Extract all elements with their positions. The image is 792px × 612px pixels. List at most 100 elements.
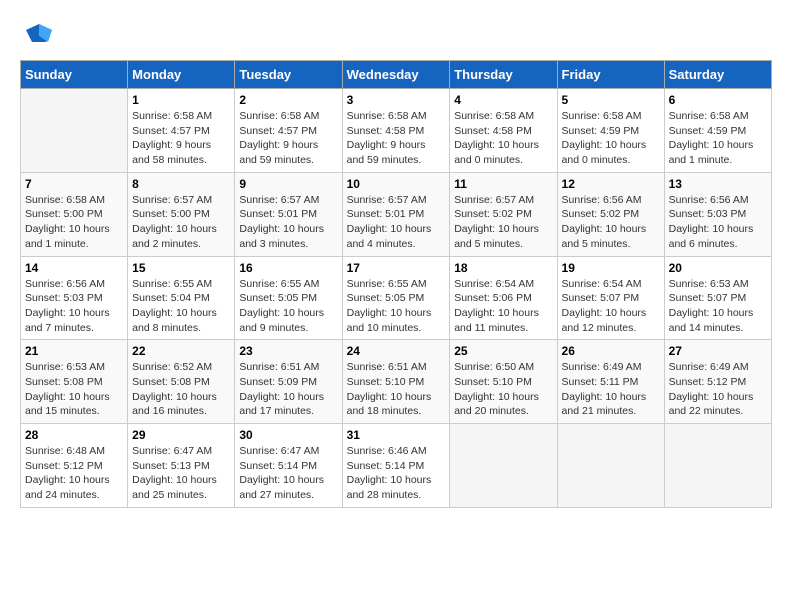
- day-info: Sunrise: 6:53 AMSunset: 5:07 PMDaylight:…: [669, 277, 767, 336]
- day-info: Sunrise: 6:47 AMSunset: 5:14 PMDaylight:…: [239, 444, 337, 503]
- calendar-header-row: SundayMondayTuesdayWednesdayThursdayFrid…: [21, 61, 772, 89]
- day-number: 9: [239, 177, 337, 191]
- day-number: 28: [25, 428, 123, 442]
- day-cell: 5 Sunrise: 6:58 AMSunset: 4:59 PMDaylight…: [557, 89, 664, 173]
- day-cell: 24Sunrise: 6:51 AMSunset: 5:10 PMDayligh…: [342, 340, 450, 424]
- day-number: 15: [132, 261, 230, 275]
- day-info: Sunrise: 6:49 AMSunset: 5:11 PMDaylight:…: [562, 360, 660, 419]
- day-number: 17: [347, 261, 446, 275]
- day-cell: 13 Sunrise: 6:56 AMSunset: 5:03 PMDayligh…: [664, 172, 771, 256]
- day-info: Sunrise: 6:52 AMSunset: 5:08 PMDaylight:…: [132, 360, 230, 419]
- day-cell: 20 Sunrise: 6:53 AMSunset: 5:07 PMDayligh…: [664, 256, 771, 340]
- day-number: 27: [669, 344, 767, 358]
- logo-icon: [24, 20, 54, 50]
- day-number: 26: [562, 344, 660, 358]
- day-cell: 30Sunrise: 6:47 AMSunset: 5:14 PMDayligh…: [235, 424, 342, 508]
- day-cell: 1 Sunrise: 6:58 AMSunset: 4:57 PMDaylight…: [128, 89, 235, 173]
- day-info: Sunrise: 6:47 AMSunset: 5:13 PMDaylight:…: [132, 444, 230, 503]
- header-cell-tuesday: Tuesday: [235, 61, 342, 89]
- day-cell: [450, 424, 557, 508]
- day-cell: 14 Sunrise: 6:56 AMSunset: 5:03 PMDayligh…: [21, 256, 128, 340]
- day-cell: 2 Sunrise: 6:58 AMSunset: 4:57 PMDaylight…: [235, 89, 342, 173]
- day-cell: 22 Sunrise: 6:52 AMSunset: 5:08 PMDayligh…: [128, 340, 235, 424]
- day-number: 13: [669, 177, 767, 191]
- page-header: [20, 20, 772, 50]
- day-number: 7: [25, 177, 123, 191]
- day-info: Sunrise: 6:55 AMSunset: 5:04 PMDaylight:…: [132, 277, 230, 336]
- day-cell: [557, 424, 664, 508]
- day-cell: 21Sunrise: 6:53 AMSunset: 5:08 PMDayligh…: [21, 340, 128, 424]
- day-number: 19: [562, 261, 660, 275]
- day-number: 2: [239, 93, 337, 107]
- day-number: 5: [562, 93, 660, 107]
- day-info: Sunrise: 6:55 AMSunset: 5:05 PMDaylight:…: [347, 277, 446, 336]
- day-number: 3: [347, 93, 446, 107]
- week-row-3: 14 Sunrise: 6:56 AMSunset: 5:03 PMDayligh…: [21, 256, 772, 340]
- day-number: 12: [562, 177, 660, 191]
- day-info: Sunrise: 6:53 AMSunset: 5:08 PMDaylight:…: [25, 360, 123, 419]
- day-cell: [21, 89, 128, 173]
- header-cell-friday: Friday: [557, 61, 664, 89]
- day-number: 18: [454, 261, 552, 275]
- day-info: Sunrise: 6:57 AMSunset: 5:01 PMDaylight:…: [239, 193, 337, 252]
- header-cell-saturday: Saturday: [664, 61, 771, 89]
- day-number: 1: [132, 93, 230, 107]
- week-row-4: 21Sunrise: 6:53 AMSunset: 5:08 PMDayligh…: [21, 340, 772, 424]
- day-cell: 16 Sunrise: 6:55 AMSunset: 5:05 PMDayligh…: [235, 256, 342, 340]
- day-cell: 8 Sunrise: 6:57 AMSunset: 5:00 PMDaylight…: [128, 172, 235, 256]
- day-cell: 19 Sunrise: 6:54 AMSunset: 5:07 PMDayligh…: [557, 256, 664, 340]
- day-info: Sunrise: 6:56 AMSunset: 5:03 PMDaylight:…: [669, 193, 767, 252]
- day-info: Sunrise: 6:57 AMSunset: 5:01 PMDaylight:…: [347, 193, 446, 252]
- day-info: Sunrise: 6:51 AMSunset: 5:10 PMDaylight:…: [347, 360, 446, 419]
- day-number: 4: [454, 93, 552, 107]
- day-info: Sunrise: 6:58 AMSunset: 5:00 PMDaylight:…: [25, 193, 123, 252]
- day-number: 22: [132, 344, 230, 358]
- day-cell: 27 Sunrise: 6:49 AMSunset: 5:12 PMDayligh…: [664, 340, 771, 424]
- day-cell: 17 Sunrise: 6:55 AMSunset: 5:05 PMDayligh…: [342, 256, 450, 340]
- day-cell: 18 Sunrise: 6:54 AMSunset: 5:06 PMDayligh…: [450, 256, 557, 340]
- day-info: Sunrise: 6:50 AMSunset: 5:10 PMDaylight:…: [454, 360, 552, 419]
- day-info: Sunrise: 6:54 AMSunset: 5:07 PMDaylight:…: [562, 277, 660, 336]
- week-row-1: 1 Sunrise: 6:58 AMSunset: 4:57 PMDaylight…: [21, 89, 772, 173]
- header-cell-wednesday: Wednesday: [342, 61, 450, 89]
- day-cell: 4 Sunrise: 6:58 AMSunset: 4:58 PMDaylight…: [450, 89, 557, 173]
- day-info: Sunrise: 6:56 AMSunset: 5:02 PMDaylight:…: [562, 193, 660, 252]
- day-info: Sunrise: 6:58 AMSunset: 4:57 PMDaylight:…: [132, 109, 230, 168]
- day-number: 23: [239, 344, 337, 358]
- day-number: 8: [132, 177, 230, 191]
- day-number: 16: [239, 261, 337, 275]
- day-info: Sunrise: 6:51 AMSunset: 5:09 PMDaylight:…: [239, 360, 337, 419]
- day-cell: 10 Sunrise: 6:57 AMSunset: 5:01 PMDayligh…: [342, 172, 450, 256]
- day-cell: 6Sunrise: 6:58 AMSunset: 4:59 PMDaylight…: [664, 89, 771, 173]
- day-cell: 7 Sunrise: 6:58 AMSunset: 5:00 PMDaylight…: [21, 172, 128, 256]
- day-info: Sunrise: 6:55 AMSunset: 5:05 PMDaylight:…: [239, 277, 337, 336]
- day-info: Sunrise: 6:58 AMSunset: 4:59 PMDaylight:…: [562, 109, 660, 168]
- day-info: Sunrise: 6:56 AMSunset: 5:03 PMDaylight:…: [25, 277, 123, 336]
- day-cell: 25 Sunrise: 6:50 AMSunset: 5:10 PMDayligh…: [450, 340, 557, 424]
- day-number: 10: [347, 177, 446, 191]
- day-number: 25: [454, 344, 552, 358]
- day-number: 20: [669, 261, 767, 275]
- day-cell: 12 Sunrise: 6:56 AMSunset: 5:02 PMDayligh…: [557, 172, 664, 256]
- day-cell: 31Sunrise: 6:46 AMSunset: 5:14 PMDayligh…: [342, 424, 450, 508]
- day-info: Sunrise: 6:57 AMSunset: 5:00 PMDaylight:…: [132, 193, 230, 252]
- day-cell: 26 Sunrise: 6:49 AMSunset: 5:11 PMDayligh…: [557, 340, 664, 424]
- day-info: Sunrise: 6:58 AMSunset: 4:57 PMDaylight:…: [239, 109, 337, 168]
- day-info: Sunrise: 6:58 AMSunset: 4:58 PMDaylight:…: [454, 109, 552, 168]
- day-cell: 15 Sunrise: 6:55 AMSunset: 5:04 PMDayligh…: [128, 256, 235, 340]
- day-info: Sunrise: 6:49 AMSunset: 5:12 PMDaylight:…: [669, 360, 767, 419]
- day-cell: 3 Sunrise: 6:58 AMSunset: 4:58 PMDaylight…: [342, 89, 450, 173]
- day-number: 31: [347, 428, 446, 442]
- week-row-2: 7 Sunrise: 6:58 AMSunset: 5:00 PMDaylight…: [21, 172, 772, 256]
- calendar-table: SundayMondayTuesdayWednesdayThursdayFrid…: [20, 60, 772, 508]
- week-row-5: 28Sunrise: 6:48 AMSunset: 5:12 PMDayligh…: [21, 424, 772, 508]
- day-cell: [664, 424, 771, 508]
- day-cell: 29 Sunrise: 6:47 AMSunset: 5:13 PMDayligh…: [128, 424, 235, 508]
- day-info: Sunrise: 6:58 AMSunset: 4:58 PMDaylight:…: [347, 109, 446, 168]
- day-number: 29: [132, 428, 230, 442]
- day-cell: 9 Sunrise: 6:57 AMSunset: 5:01 PMDaylight…: [235, 172, 342, 256]
- logo: [20, 20, 54, 50]
- day-info: Sunrise: 6:54 AMSunset: 5:06 PMDaylight:…: [454, 277, 552, 336]
- header-cell-sunday: Sunday: [21, 61, 128, 89]
- day-number: 14: [25, 261, 123, 275]
